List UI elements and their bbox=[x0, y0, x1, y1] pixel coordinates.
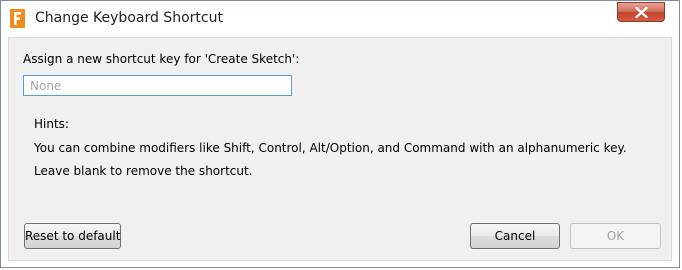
shortcut-key-input[interactable] bbox=[23, 75, 292, 96]
hint-line: Leave blank to remove the shortcut. bbox=[34, 164, 253, 178]
reset-to-default-button[interactable]: Reset to default bbox=[24, 223, 121, 249]
fusion-app-icon bbox=[10, 9, 25, 28]
cancel-button[interactable]: Cancel bbox=[470, 223, 560, 249]
title-bar[interactable]: Change Keyboard Shortcut bbox=[1, 1, 679, 37]
close-icon bbox=[635, 7, 648, 18]
ok-button[interactable]: OK bbox=[570, 223, 661, 249]
change-shortcut-dialog: Change Keyboard Shortcut Assign a new sh… bbox=[0, 0, 680, 268]
window-title: Change Keyboard Shortcut bbox=[35, 10, 223, 26]
close-button[interactable] bbox=[617, 2, 665, 22]
dialog-body: Assign a new shortcut key for 'Create Sk… bbox=[8, 37, 672, 261]
hints-title: Hints: bbox=[34, 117, 69, 131]
hint-line: You can combine modifiers like Shift, Co… bbox=[34, 141, 627, 155]
shortcut-prompt-label: Assign a new shortcut key for 'Create Sk… bbox=[23, 52, 300, 66]
